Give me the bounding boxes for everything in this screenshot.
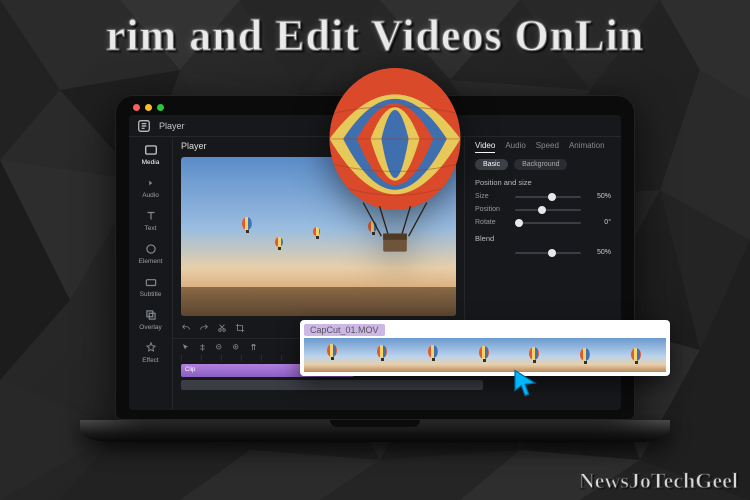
site-watermark: NewsJoTechGeel [579, 468, 738, 494]
filmstrip-frame[interactable] [459, 338, 511, 372]
preview-ground [181, 287, 456, 316]
balloon-small-icon [368, 221, 377, 232]
player-panel: Player [173, 137, 465, 338]
slider-track[interactable] [515, 252, 581, 254]
window-traffic-lights [133, 104, 164, 111]
filmstrip-frame[interactable] [614, 338, 666, 372]
tool-media[interactable]: Media [136, 143, 166, 166]
tool-audio[interactable]: Audio [136, 176, 166, 199]
overlay-icon [144, 308, 158, 322]
slider-track[interactable] [515, 196, 581, 198]
tab-speed[interactable]: Speed [536, 141, 559, 153]
crop-icon[interactable] [235, 323, 245, 333]
balloon-small-icon [401, 240, 407, 248]
tool-label: Overlay [139, 324, 161, 331]
slider-blend[interactable]: 50% [475, 249, 611, 256]
balloon-small-icon [275, 237, 283, 247]
filmstrip-frames[interactable] [304, 338, 666, 372]
tab-animation[interactable]: Animation [569, 141, 605, 153]
trash-icon[interactable] [249, 343, 258, 352]
slider-value: 0° [587, 219, 611, 226]
properties-tabs: Video Audio Speed Animation [475, 141, 611, 153]
left-tool-column: Media Audio Text Element Subtitle [129, 137, 173, 410]
filmstrip-frame[interactable] [304, 338, 356, 372]
effect-icon [144, 341, 158, 355]
player-heading: Player [173, 137, 464, 155]
slider-knob-icon[interactable] [548, 193, 556, 201]
minimize-dot-icon[interactable] [145, 104, 152, 111]
properties-panel: Video Audio Speed Animation Basic Backgr… [465, 137, 621, 338]
slider-value: 50% [587, 249, 611, 256]
slider-track[interactable] [515, 222, 581, 224]
slider-knob-icon[interactable] [548, 249, 556, 257]
element-icon [144, 242, 158, 256]
subtitle-icon [144, 275, 158, 289]
subtab-basic[interactable]: Basic [475, 159, 508, 170]
tab-video[interactable]: Video [475, 141, 495, 153]
filmstrip-frame[interactable] [563, 338, 615, 372]
media-icon [144, 143, 158, 157]
slider-track[interactable] [515, 209, 581, 211]
slider-label: Rotate [475, 219, 509, 226]
tool-label: Media [142, 159, 160, 166]
cut-icon[interactable] [217, 323, 227, 333]
tool-overlay[interactable]: Overlay [136, 308, 166, 331]
slider-rotate[interactable]: Rotate 0° [475, 219, 611, 226]
maximize-dot-icon[interactable] [157, 104, 164, 111]
slider-label: Size [475, 193, 509, 200]
tool-element[interactable]: Element [136, 242, 166, 265]
clip-filename-badge: CapCut_01.MOV [304, 324, 385, 336]
tool-label: Element [139, 258, 163, 265]
subtab-background[interactable]: Background [514, 159, 567, 170]
tool-label: Subtitle [140, 291, 162, 298]
slider-label: Position [475, 206, 509, 213]
filmstrip-frame[interactable] [356, 338, 408, 372]
editor-topbar: Player [129, 115, 621, 137]
section-blend: Blend [475, 234, 611, 243]
close-dot-icon[interactable] [133, 104, 140, 111]
app-logo-icon [137, 119, 151, 133]
balloon-small-icon [313, 227, 320, 236]
slider-value: 50% [587, 193, 611, 200]
tool-subtitle[interactable]: Subtitle [136, 275, 166, 298]
timeline-clip-secondary[interactable] [181, 380, 483, 390]
laptop-base [80, 420, 670, 442]
tool-effect[interactable]: Effect [136, 341, 166, 364]
tab-audio[interactable]: Audio [505, 141, 525, 153]
undo-icon[interactable] [181, 323, 191, 333]
filmstrip-frame[interactable] [511, 338, 563, 372]
player-label: Player [159, 121, 185, 131]
slider-knob-icon[interactable] [538, 206, 546, 214]
slider-position[interactable]: Position [475, 206, 611, 213]
tool-label: Text [145, 225, 157, 232]
filmstrip-frame[interactable] [407, 338, 459, 372]
tool-label: Effect [142, 357, 159, 364]
slider-size[interactable]: Size 50% [475, 193, 611, 200]
headline-text: rim and Edit Videos OnLin [0, 10, 750, 61]
redo-icon[interactable] [199, 323, 209, 333]
audio-icon [144, 176, 158, 190]
tool-label: Audio [142, 192, 159, 199]
zoomin-icon[interactable] [232, 343, 241, 352]
subtab-row: Basic Background [475, 159, 611, 170]
filmstrip-popout: CapCut_01.MOV [300, 320, 670, 376]
split-icon[interactable] [198, 343, 207, 352]
trackpad-notch [330, 420, 420, 427]
pointer-icon[interactable] [181, 343, 190, 352]
slider-knob-icon[interactable] [515, 219, 523, 227]
section-position-size: Position and size [475, 178, 611, 187]
tool-text[interactable]: Text [136, 209, 166, 232]
balloon-small-icon [242, 217, 252, 230]
zoomout-icon[interactable] [215, 343, 224, 352]
laptop-mockup: Player Media Audio Text Element [80, 95, 670, 442]
preview-canvas[interactable] [181, 157, 456, 316]
text-icon [144, 209, 158, 223]
